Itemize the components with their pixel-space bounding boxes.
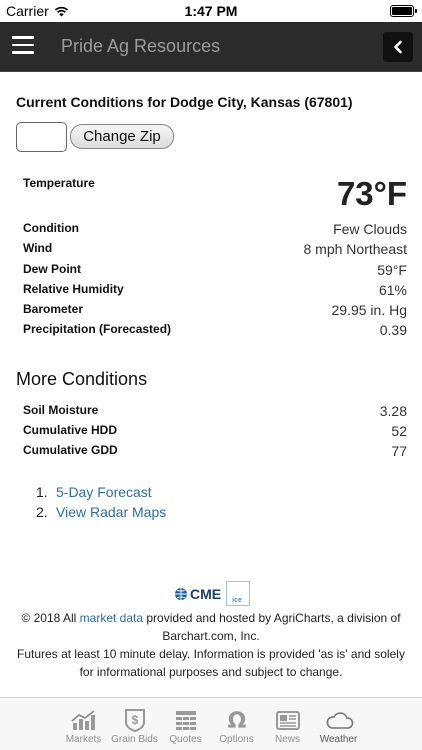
tab-label: News — [274, 734, 300, 745]
zip-input[interactable] — [16, 122, 67, 152]
links-list: 1. 5-Day Forecast 2. View Radar Maps — [36, 484, 166, 524]
status-time: 1:47 PM — [184, 3, 238, 19]
back-button[interactable] — [383, 32, 413, 62]
ice-label: ice — [232, 597, 242, 604]
row-value: 52 — [391, 423, 407, 439]
battery-icon — [390, 5, 417, 17]
tab-grain-bids[interactable]: $ Grain Bids — [109, 698, 160, 750]
tab-bar: Markets $ Grain Bids Quotes Ω Options Ne… — [0, 697, 422, 750]
cme-globe-icon — [175, 587, 187, 600]
row-value: 0.39 — [379, 322, 407, 338]
forecast-link[interactable]: 5-Day Forecast — [56, 484, 152, 504]
tab-weather[interactable]: Weather — [313, 698, 364, 750]
ice-logo: ice — [226, 581, 251, 606]
footer-disclaimer: © 2018 All market data provided and host… — [10, 609, 412, 681]
conditions-heading: Current Conditions for Dodge City, Kansa… — [16, 94, 353, 110]
row-label: Precipitation (Forecasted) — [23, 322, 172, 336]
row-label: Soil Moisture — [23, 403, 99, 417]
cme-logo: CME — [174, 586, 221, 602]
row-value: 8 mph Northeast — [303, 241, 408, 257]
svg-text:$: $ — [131, 713, 138, 727]
footer-suffix: provided and hosted by AgriCharts, a div… — [143, 611, 401, 643]
grain-bids-icon: $ — [124, 709, 145, 732]
footer-delay: Futures at least 10 minute delay. Inform… — [17, 647, 405, 679]
markets-chart-icon — [70, 710, 95, 730]
svg-text:Ω: Ω — [227, 709, 246, 731]
tab-label: Weather — [319, 734, 358, 745]
row-label: Cumulative HDD — [23, 423, 118, 437]
row-value: 59°F — [377, 262, 407, 278]
change-zip-button[interactable]: Change Zip — [70, 124, 174, 149]
cme-label: CME — [190, 585, 222, 602]
list-item: 1. 5-Day Forecast — [36, 484, 166, 504]
row-value: 61% — [378, 282, 407, 298]
temperature-label: Temperature — [23, 176, 95, 190]
radar-maps-link[interactable]: View Radar Maps — [56, 504, 166, 524]
row-value: 29.95 in. Hg — [331, 302, 408, 318]
quotes-grid-icon — [175, 711, 196, 730]
row-value: Few Clouds — [333, 221, 407, 237]
row-label: Wind — [23, 241, 53, 255]
row-label: Barometer — [23, 302, 84, 316]
tab-options[interactable]: Ω Options — [211, 698, 262, 750]
tab-news[interactable]: News — [262, 698, 313, 750]
options-omega-icon: Ω — [227, 709, 246, 731]
row-value: 77 — [391, 443, 407, 459]
status-bar: Carrier 1:47 PM — [0, 0, 422, 22]
row-label: Relative Humidity — [23, 282, 124, 296]
tab-label: Options — [219, 734, 254, 745]
weather-cloud-icon — [326, 712, 353, 729]
list-number: 1. — [36, 484, 48, 500]
tab-label: Markets — [65, 734, 102, 745]
exchange-logos: CME ice — [174, 581, 251, 606]
tab-markets[interactable]: Markets — [58, 698, 109, 750]
tab-quotes[interactable]: Quotes — [160, 698, 211, 750]
row-label: Condition — [23, 221, 79, 235]
list-number: 2. — [36, 504, 48, 520]
temperature-value: 73°F — [336, 175, 407, 212]
chevron-left-icon — [394, 40, 402, 54]
market-data-link[interactable]: market data — [80, 611, 143, 625]
more-conditions-title: More Conditions — [16, 369, 148, 389]
list-item: 2. View Radar Maps — [36, 504, 166, 524]
row-label: Cumulative GDD — [23, 443, 118, 457]
tab-label: Grain Bids — [111, 734, 158, 745]
footer-prefix: © 2018 All — [21, 611, 80, 625]
menu-icon[interactable] — [12, 36, 34, 54]
nav-title: Pride Ag Resources — [61, 36, 221, 56]
tab-label: Quotes — [169, 734, 202, 745]
row-value: 3.28 — [379, 403, 407, 419]
row-label: Dew Point — [23, 262, 82, 276]
news-icon — [275, 711, 300, 730]
nav-bar: Pride Ag Resources — [0, 22, 422, 72]
